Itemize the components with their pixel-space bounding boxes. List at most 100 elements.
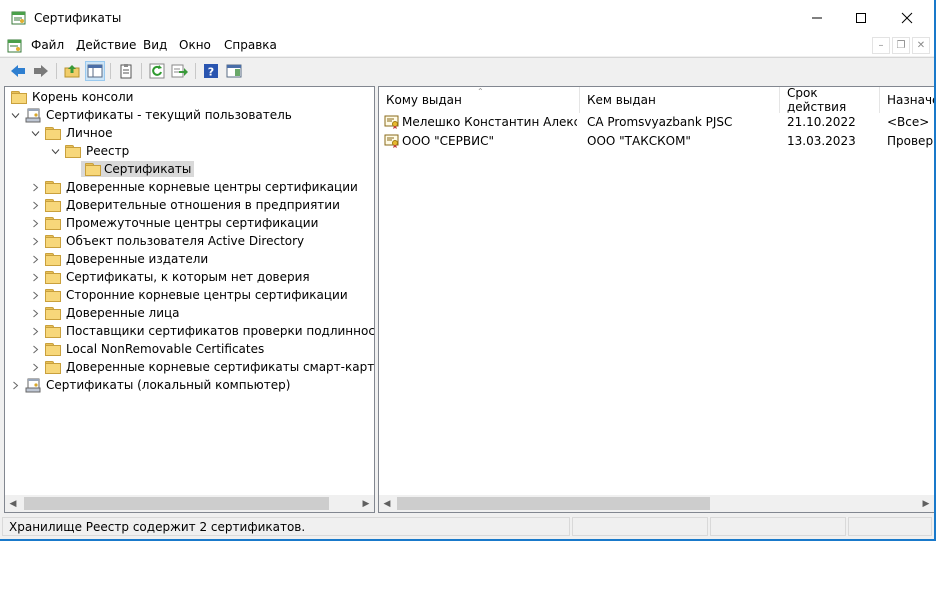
scroll-thumb[interactable] [397,497,710,510]
folder-icon [45,180,61,194]
chevron-right-icon[interactable] [29,343,41,355]
tree-item-root[interactable]: Корень консоли [7,88,135,106]
title-bar[interactable]: Сертификаты [0,0,934,36]
tree-item-store[interactable]: Сертификаты, к которым нет доверия [29,268,312,286]
tree-label: Сертификаты, к которым нет доверия [66,270,310,284]
tree-item-store[interactable]: Объект пользователя Active Directory [29,232,306,250]
cell-issued-by: ООО "ТАКСКОМ" [587,134,691,148]
table-row[interactable]: ООО "СЕРВИС" ООО "ТАКСКОМ" 13.03.2023 Пр… [379,132,934,151]
minimize-icon [812,17,822,19]
export-list-button[interactable] [170,61,190,81]
chevron-down-icon[interactable] [49,145,61,157]
menu-action[interactable]: Действие [76,38,136,52]
chevron-right-icon[interactable] [29,325,41,337]
close-button[interactable] [884,0,930,36]
minimize-button[interactable] [794,0,840,36]
menu-view[interactable]: Вид [143,38,167,52]
column-purpose[interactable]: Назначе [880,87,934,113]
back-button[interactable] [8,61,28,81]
refresh-button[interactable] [147,61,167,81]
action-pane-button[interactable] [224,61,244,81]
tree-item-personal[interactable]: Личное [29,124,114,142]
forward-button[interactable] [31,61,51,81]
maximize-button[interactable] [838,0,884,36]
tree-item-store[interactable]: Сторонние корневые центры сертификации [29,286,350,304]
status-text: Хранилище Реестр содержит 2 сертификатов… [2,517,570,536]
help-button[interactable]: ? [201,61,221,81]
folder-icon [85,162,101,176]
column-issued-to[interactable]: Кому выдан [379,87,580,113]
scroll-thumb[interactable] [24,497,329,510]
tree-label: Сертификаты (локальный компьютер) [46,378,291,392]
chevron-right-icon[interactable] [29,271,41,283]
console-icon[interactable] [7,38,23,54]
console-tree[interactable]: Корень консоли Сертификаты - текущий пол… [4,86,375,513]
chevron-right-icon[interactable] [29,235,41,247]
menu-help[interactable]: Справка [224,38,277,52]
tree-item-certificates-selected[interactable]: Сертификаты [81,160,195,178]
tree-item-store[interactable]: Local NonRemovable Certificates [29,340,266,358]
folder-icon [11,90,27,104]
certificate-store-icon [25,378,41,392]
cell-issued-to: ООО "СЕРВИС" [402,134,494,148]
tree-label: Доверительные отношения в предприятии [66,198,340,212]
tree-item-store[interactable]: Промежуточные центры сертификации [29,214,320,232]
cell-purpose: <Все> [887,115,930,129]
menu-file[interactable]: Файл [31,38,64,52]
close-icon [901,12,913,24]
tree-item-store[interactable]: Доверительные отношения в предприятии [29,196,342,214]
tree-item-local-computer[interactable]: Сертификаты (локальный компьютер) [9,376,292,394]
chevron-right-icon[interactable] [29,361,41,373]
folder-icon [45,306,61,320]
tree-label: Поставщики сертификатов проверки подлинн… [66,324,375,338]
up-one-level-button[interactable] [62,61,82,81]
chevron-right-icon[interactable] [29,181,41,193]
toolbar: ? [0,57,934,83]
tree-item-store[interactable]: Доверенные корневые центры сертификации [29,178,360,196]
tree-item-store[interactable]: Доверенные лица [29,304,182,322]
certificate-icon [384,134,399,148]
folder-icon [45,288,61,302]
folder-icon [45,216,61,230]
chevron-right-icon[interactable] [29,307,41,319]
mdi-close-button[interactable]: ✕ [912,37,930,54]
show-hide-tree-icon [87,64,103,78]
table-row[interactable]: Мелешко Константин Алекса... CA Promsvya… [379,113,934,132]
tree-label: Доверенные лица [66,306,180,320]
chevron-down-icon[interactable] [9,109,21,121]
folder-icon [45,252,61,266]
show-hide-tree-button[interactable] [85,61,105,81]
scroll-right-icon[interactable]: ▶ [920,498,932,509]
tree-item-store[interactable]: Поставщики сертификатов проверки подлинн… [29,322,375,340]
properties-button[interactable] [116,61,136,81]
menu-window[interactable]: Окно [179,38,211,52]
cell-expiration: 13.03.2023 [787,134,856,148]
tree-item-registry[interactable]: Реестр [49,142,131,160]
chevron-right-icon[interactable] [29,289,41,301]
chevron-right-icon[interactable] [29,253,41,265]
cell-expiration: 21.10.2022 [787,115,856,129]
tree-label: Доверенные корневые сертификаты смарт-ка… [66,360,375,374]
chevron-right-icon[interactable] [29,217,41,229]
chevron-down-icon[interactable] [29,127,41,139]
selected-node: Сертификаты [81,161,195,177]
tree-horizontal-scrollbar[interactable]: ◀ ▶ [5,495,374,512]
menu-bar: Файл Действие Вид Окно Справка [0,36,934,56]
tree-item-current-user[interactable]: Сертификаты - текущий пользователь [9,106,294,124]
column-expiration[interactable]: Срок действия [780,87,880,114]
mdi-minimize-button[interactable]: – [872,37,890,54]
cell-issued-by: CA Promsvyazbank PJSC [587,115,733,129]
cell-issued-to: Мелешко Константин Алекса... [402,115,577,129]
scroll-left-icon[interactable]: ◀ [7,498,19,509]
scroll-left-icon[interactable]: ◀ [381,498,393,509]
tree-item-store[interactable]: Доверенные издатели [29,250,210,268]
scroll-right-icon[interactable]: ▶ [360,498,372,509]
tree-item-store[interactable]: Доверенные корневые сертификаты смарт-ка… [29,358,375,376]
chevron-right-icon[interactable] [9,379,21,391]
list-horizontal-scrollbar[interactable]: ◀ ▶ [379,495,934,512]
folder-icon [45,342,61,356]
chevron-right-icon[interactable] [29,199,41,211]
column-issued-by[interactable]: Кем выдан [580,87,780,113]
mdi-restore-button[interactable]: ❐ [892,37,910,54]
certificate-list[interactable]: ⌃ Кому выдан Кем выдан Срок действия Наз… [378,86,934,513]
